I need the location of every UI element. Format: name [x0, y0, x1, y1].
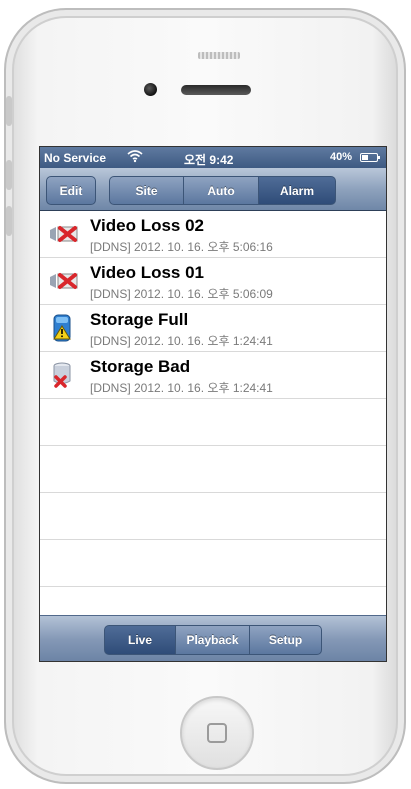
- alarm-title: Storage Full: [90, 310, 189, 329]
- segment-alarm[interactable]: Alarm: [259, 176, 336, 205]
- phone-screen: No Service 오전 9:42 40% Edit Site Auto Al…: [39, 146, 387, 662]
- tab-live[interactable]: Live: [104, 625, 176, 655]
- mute-switch: [6, 96, 12, 126]
- alarm-row-video-loss-02[interactable]: Video Loss 02 [DDNS] 2012. 10. 16. 오후 5:…: [40, 211, 386, 258]
- empty-row: [40, 493, 386, 540]
- volume-up-button: [6, 160, 12, 190]
- battery-percentage: 40%: [330, 151, 353, 163]
- alarm-detail: [DDNS] 2012. 10. 16. 오후 1:24:41: [90, 334, 273, 348]
- status-bar: No Service 오전 9:42 40%: [40, 147, 386, 168]
- bottom-tab-bar: Live Playback Setup: [40, 615, 386, 661]
- status-time: 오전 9:42: [184, 153, 234, 167]
- top-toolbar: Edit Site Auto Alarm: [40, 168, 386, 211]
- carrier-label: No Service: [44, 151, 107, 165]
- speaker-grille: [198, 52, 240, 59]
- storage-bad-icon: [48, 361, 78, 389]
- alarm-row-video-loss-01[interactable]: Video Loss 01 [DDNS] 2012. 10. 16. 오후 5:…: [40, 258, 386, 305]
- alarm-row-storage-bad[interactable]: Storage Bad [DDNS] 2012. 10. 16. 오후 1:24…: [40, 352, 386, 399]
- alarm-detail: [DDNS] 2012. 10. 16. 오후 5:06:09: [90, 287, 273, 301]
- alarm-title: Video Loss 01: [90, 263, 205, 282]
- video-loss-icon: [48, 267, 78, 295]
- empty-row: [40, 587, 386, 615]
- tab-setup[interactable]: Setup: [250, 625, 322, 655]
- segment-site[interactable]: Site: [109, 176, 184, 205]
- alarm-detail: [DDNS] 2012. 10. 16. 오후 5:06:16: [90, 240, 273, 254]
- alarm-list: Video Loss 02 [DDNS] 2012. 10. 16. 오후 5:…: [40, 211, 386, 615]
- tab-playback[interactable]: Playback: [176, 625, 250, 655]
- home-square-icon: [207, 723, 227, 743]
- home-button[interactable]: [180, 696, 254, 770]
- alarm-row-storage-full[interactable]: Storage Full [DDNS] 2012. 10. 16. 오후 1:2…: [40, 305, 386, 352]
- front-camera: [144, 83, 157, 96]
- edit-button[interactable]: Edit: [46, 176, 96, 205]
- volume-down-button: [6, 206, 12, 236]
- segment-auto[interactable]: Auto: [184, 176, 259, 205]
- video-loss-icon: [48, 220, 78, 248]
- alarm-title: Video Loss 02: [90, 216, 205, 235]
- wifi-icon: [127, 149, 143, 166]
- earpiece-speaker: [181, 85, 251, 95]
- empty-row: [40, 540, 386, 587]
- alarm-detail: [DDNS] 2012. 10. 16. 오후 1:24:41: [90, 381, 273, 395]
- alarm-title: Storage Bad: [90, 357, 191, 376]
- battery-icon: [360, 153, 380, 162]
- empty-row: [40, 399, 386, 446]
- storage-full-warning-icon: [48, 314, 78, 342]
- empty-row: [40, 446, 386, 493]
